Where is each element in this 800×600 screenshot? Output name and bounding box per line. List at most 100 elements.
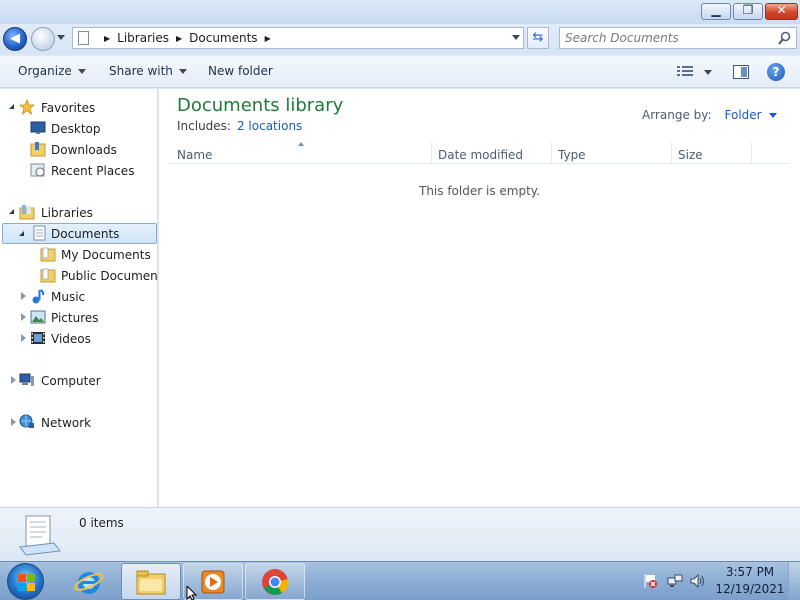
nav-item-libraries[interactable]: Libraries	[0, 202, 157, 223]
includes-locations-link[interactable]: 2 locations	[237, 119, 302, 133]
breadcrumb: ▶ Libraries ▶ Documents ▶	[97, 31, 278, 45]
nav-label-favorites: Favorites	[41, 100, 96, 115]
organize-label: Organize	[18, 64, 72, 78]
action-center-flag-icon[interactable]	[642, 573, 658, 589]
star-icon	[19, 99, 35, 115]
nav-label-public-documents: Public Documents	[61, 268, 158, 283]
search-box[interactable]	[559, 27, 797, 49]
expand-documents-icon[interactable]	[19, 231, 24, 236]
minimize-icon: ▁	[711, 3, 721, 17]
refresh-icon: ⇆	[532, 30, 544, 45]
nav-label-downloads: Downloads	[51, 142, 117, 157]
nav-item-network[interactable]: Network	[0, 412, 157, 433]
taskbar-chrome-button[interactable]	[245, 563, 305, 600]
nav-item-videos[interactable]: Videos	[0, 328, 157, 349]
new-folder-button[interactable]: New folder	[208, 64, 273, 78]
title-bar: ▁ ❐ ✕	[0, 0, 800, 24]
view-options-icon[interactable]	[677, 65, 693, 78]
chevron-right-icon[interactable]: ▶	[176, 34, 182, 43]
details-pane: 0 items	[0, 507, 800, 561]
breadcrumb-documents[interactable]: Documents	[189, 31, 257, 45]
column-divider[interactable]	[751, 142, 752, 164]
chevron-right-icon[interactable]: ▶	[104, 34, 110, 43]
item-count: 0 items	[79, 516, 124, 530]
network-icon	[19, 414, 34, 428]
forward-button[interactable]	[31, 27, 55, 51]
clock-time[interactable]: 3:57 PM	[700, 565, 800, 579]
document-icon	[78, 31, 89, 45]
maximize-button[interactable]: ❐	[733, 3, 763, 20]
navigation-pane: Favorites Desktop Downloads Recent Place…	[0, 89, 158, 507]
taskbar-explorer-button[interactable]	[121, 563, 181, 600]
libraries-icon	[19, 205, 35, 220]
content-pane: Documents library Includes: 2 locations A…	[159, 89, 800, 507]
column-header-type[interactable]: Type	[558, 148, 586, 162]
column-divider[interactable]	[671, 142, 672, 164]
media-player-icon	[201, 570, 225, 594]
column-header-size[interactable]: Size	[678, 148, 703, 162]
arrange-by-dropdown[interactable]: Folder	[725, 108, 762, 122]
breadcrumb-libraries[interactable]: Libraries	[117, 31, 169, 45]
minimize-button[interactable]: ▁	[701, 3, 731, 20]
search-input[interactable]	[565, 30, 770, 46]
library-title: Documents library	[177, 95, 344, 116]
taskbar: 3:57 PM 12/19/2021	[0, 561, 800, 600]
downloads-folder-icon	[30, 142, 46, 157]
chrome-icon	[262, 569, 289, 595]
close-button[interactable]: ✕	[765, 3, 798, 20]
chevron-down-icon[interactable]	[768, 112, 777, 118]
arrange-by-label: Arrange by:	[642, 108, 712, 122]
internet-explorer-icon[interactable]	[73, 566, 105, 598]
start-button[interactable]	[7, 563, 44, 600]
nav-item-documents[interactable]: Documents	[2, 223, 157, 244]
nav-item-desktop[interactable]: Desktop	[0, 118, 157, 139]
help-icon[interactable]: ?	[767, 63, 785, 81]
column-divider[interactable]	[431, 142, 432, 164]
empty-folder-message: This folder is empty.	[419, 184, 540, 198]
column-header-date-modified[interactable]: Date modified	[438, 148, 523, 162]
nav-item-computer[interactable]: Computer	[0, 370, 157, 391]
search-icon[interactable]	[778, 31, 791, 45]
nav-label-my-documents: My Documents	[61, 247, 151, 262]
share-with-label: Share with	[109, 64, 173, 78]
includes-line: Includes: 2 locations	[177, 119, 302, 133]
nav-item-downloads[interactable]: Downloads	[0, 139, 157, 160]
maximize-icon: ❐	[742, 3, 754, 17]
folder-icon	[40, 268, 56, 283]
chevron-right-icon[interactable]: ▶	[265, 34, 271, 43]
nav-item-recent-places[interactable]: Recent Places	[0, 160, 157, 181]
sort-ascending-icon	[298, 142, 304, 146]
documents-library-icon	[19, 515, 61, 556]
column-divider[interactable]	[551, 142, 552, 164]
arrange-by-control: Arrange by: Folder	[642, 108, 777, 122]
back-arrow-icon: ◀	[10, 31, 20, 46]
nav-item-favorites[interactable]: Favorites	[0, 97, 157, 118]
address-bar[interactable]: ▶ Libraries ▶ Documents ▶	[72, 27, 524, 49]
command-bar: Organize Share with New folder ?	[0, 56, 800, 88]
share-with-button[interactable]: Share with	[109, 64, 187, 78]
clock-date[interactable]: 12/19/2021	[700, 582, 800, 596]
preview-pane-icon[interactable]	[733, 65, 749, 79]
nav-item-my-documents[interactable]: My Documents	[0, 244, 157, 265]
show-desktop-button[interactable]	[788, 562, 800, 600]
organize-button[interactable]: Organize	[18, 64, 86, 78]
windows-logo-icon	[18, 574, 35, 591]
nav-item-music[interactable]: Music	[0, 286, 157, 307]
close-icon: ✕	[776, 3, 787, 17]
pictures-icon	[30, 310, 46, 324]
address-history-dropdown[interactable]	[512, 35, 520, 40]
nav-label-libraries: Libraries	[41, 205, 93, 220]
recent-pages-dropdown[interactable]	[57, 35, 65, 40]
nav-item-public-documents[interactable]: Public Documents	[0, 265, 158, 286]
refresh-button[interactable]: ⇆	[527, 27, 549, 49]
chevron-down-icon	[77, 68, 86, 74]
music-icon	[32, 289, 45, 304]
nav-label-computer: Computer	[41, 373, 101, 388]
network-status-icon[interactable]	[667, 573, 683, 589]
view-options-dropdown[interactable]	[704, 70, 712, 75]
back-button[interactable]: ◀	[3, 27, 27, 51]
nav-item-pictures[interactable]: Pictures	[0, 307, 157, 328]
chevron-down-icon	[178, 68, 187, 74]
column-header-name[interactable]: Name	[177, 148, 212, 162]
new-folder-label: New folder	[208, 64, 273, 78]
